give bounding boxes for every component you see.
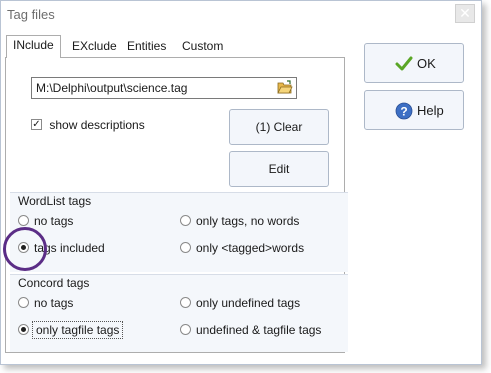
radio-button[interactable] bbox=[180, 242, 191, 254]
radio-label: only tags, no words bbox=[196, 213, 300, 228]
tab-exclude[interactable]: EXclude bbox=[66, 37, 123, 57]
tab-include[interactable]: INclude bbox=[6, 35, 61, 58]
highlight-circle-annotation bbox=[3, 227, 47, 271]
radio-label: only <tagged>words bbox=[196, 240, 305, 255]
radio-label: only tagfile tags bbox=[31, 320, 124, 339]
concord-radio-only-tagfile-tags[interactable]: only tagfile tags bbox=[18, 320, 124, 339]
green-check-icon bbox=[395, 56, 413, 71]
folder-open-icon[interactable] bbox=[277, 80, 293, 95]
concord-tags-title: Concord tags bbox=[18, 276, 90, 290]
radio-label: only undefined tags bbox=[196, 295, 301, 310]
radio-label: no tags bbox=[34, 295, 74, 310]
clear-button[interactable]: (1) Clear bbox=[229, 109, 329, 145]
show-descriptions-checkbox[interactable]: ✓ bbox=[31, 119, 42, 131]
wordlist-radio-only-tags-no-words[interactable]: only tags, no words bbox=[180, 213, 299, 228]
help-button[interactable]: ? Help bbox=[364, 90, 464, 130]
radio-button[interactable] bbox=[180, 297, 191, 309]
radio-button[interactable] bbox=[18, 297, 29, 309]
radio-label: no tags bbox=[34, 213, 74, 228]
wordlist-radio-no-tags[interactable]: no tags bbox=[18, 213, 73, 228]
include-panel: M:\Delphi\output\science.tag ✓ show desc… bbox=[5, 57, 348, 353]
title-bar: Tag files ✕ bbox=[1, 1, 481, 28]
tag-files-dialog: Tag files ✕ INclude EXclude Entities Cus… bbox=[0, 0, 482, 365]
radio-label: undefined & tagfile tags bbox=[196, 322, 322, 337]
close-icon: ✕ bbox=[459, 5, 471, 21]
tag-file-path-value: M:\Delphi\output\science.tag bbox=[36, 81, 188, 95]
blue-question-icon: ? bbox=[395, 102, 413, 120]
ok-button[interactable]: OK bbox=[364, 43, 464, 83]
concord-tags-group: Concord tags no tags only undefined tags… bbox=[10, 274, 348, 352]
svg-text:?: ? bbox=[400, 105, 407, 119]
wordlist-radio-only-tagged-words[interactable]: only <tagged>words bbox=[180, 240, 304, 255]
show-descriptions-label: show descriptions bbox=[49, 117, 145, 132]
radio-button[interactable] bbox=[180, 215, 191, 227]
window-title: Tag files bbox=[7, 7, 55, 22]
show-descriptions-row[interactable]: ✓ show descriptions bbox=[31, 117, 145, 132]
radio-button-selected[interactable] bbox=[18, 324, 29, 336]
ok-label: OK bbox=[417, 56, 436, 71]
wordlist-tags-group: WordList tags no tags only tags, no word… bbox=[10, 192, 348, 272]
tag-file-path-input[interactable]: M:\Delphi\output\science.tag bbox=[31, 77, 297, 99]
concord-radio-only-undefined-tags[interactable]: only undefined tags bbox=[180, 295, 300, 310]
close-button[interactable]: ✕ bbox=[455, 4, 475, 23]
edit-button[interactable]: Edit bbox=[229, 151, 329, 187]
radio-button[interactable] bbox=[18, 215, 29, 227]
concord-radio-no-tags[interactable]: no tags bbox=[18, 295, 73, 310]
tab-entities[interactable]: Entities bbox=[121, 37, 172, 57]
concord-radio-undefined-and-tagfile-tags[interactable]: undefined & tagfile tags bbox=[180, 322, 321, 337]
wordlist-tags-title: WordList tags bbox=[18, 194, 92, 208]
help-label: Help bbox=[417, 103, 444, 118]
tab-custom[interactable]: Custom bbox=[176, 37, 229, 57]
radio-button[interactable] bbox=[180, 324, 191, 336]
